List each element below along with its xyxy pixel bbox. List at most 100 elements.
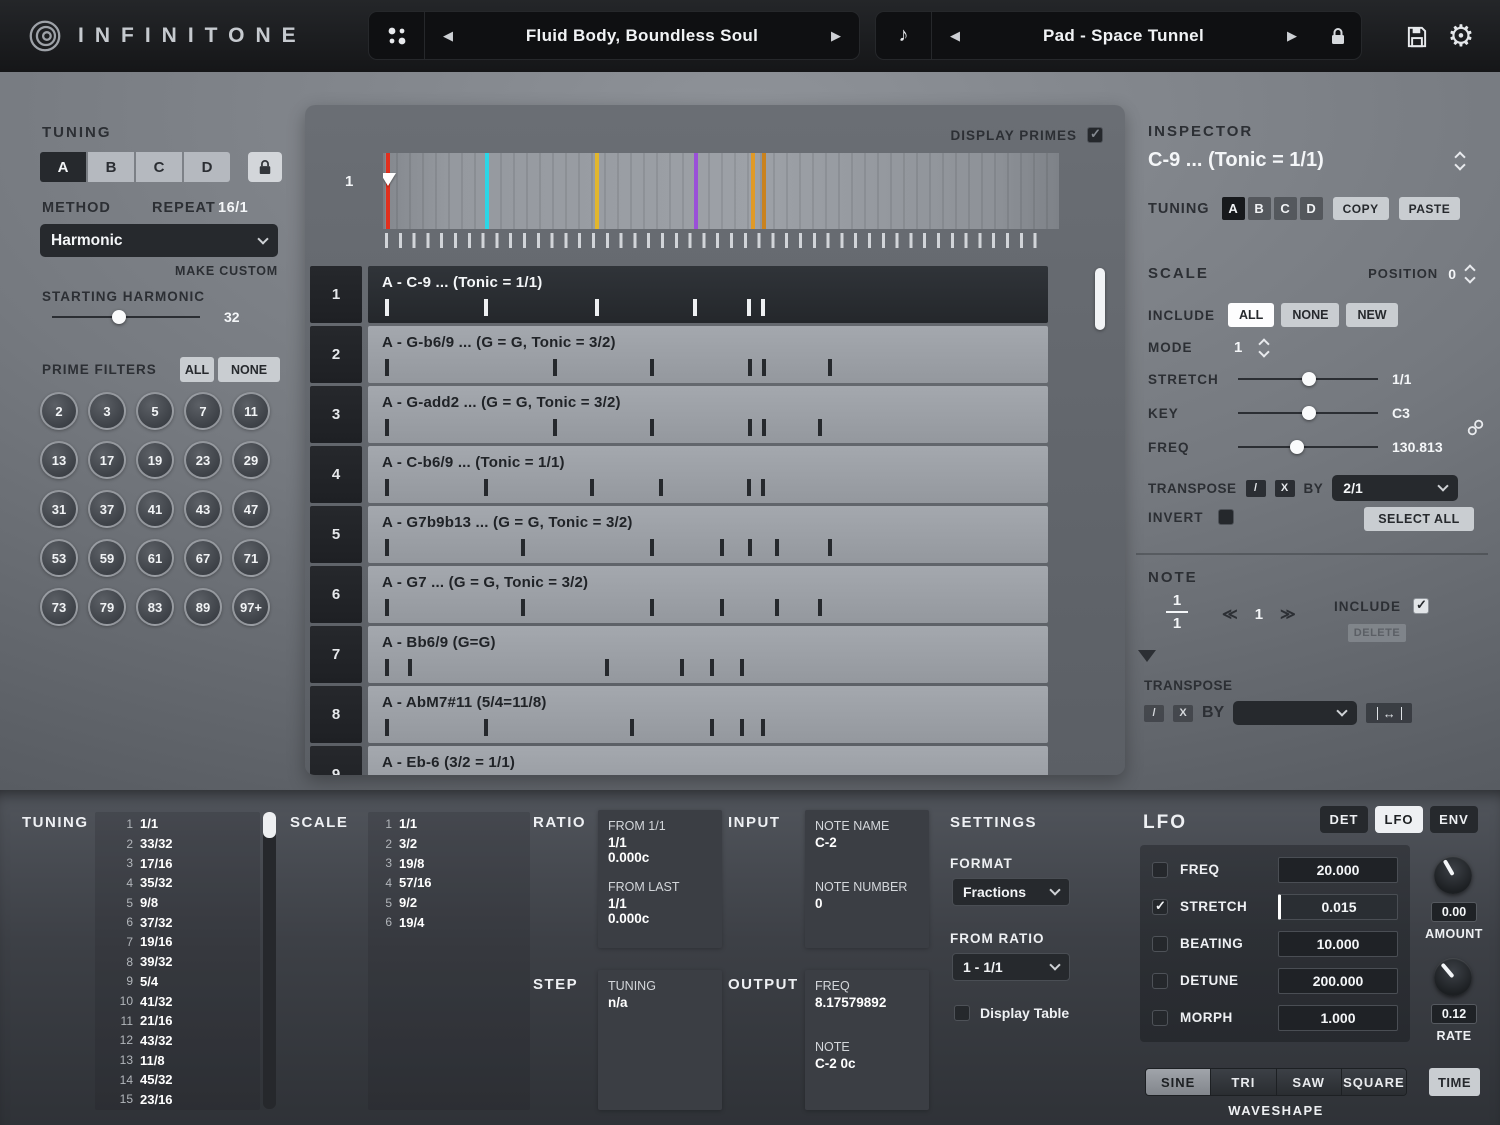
prime-filter-3[interactable]: 3	[88, 392, 126, 430]
paste-button[interactable]: PASTE	[1398, 197, 1461, 220]
prime-strip[interactable]	[383, 153, 1059, 229]
list-item[interactable]: 1 1/1	[372, 814, 530, 834]
prime-filter-5[interactable]: 5	[136, 392, 174, 430]
list-item[interactable]: 6 19/4	[372, 912, 530, 932]
list-item[interactable]: 7 19/16	[99, 932, 260, 952]
rate-knob[interactable]	[1434, 958, 1472, 996]
patch-browser-button[interactable]: ♪	[876, 12, 932, 59]
note-delete-button[interactable]: DELETE	[1348, 624, 1406, 642]
tuning-tab-a[interactable]: A	[40, 152, 86, 182]
select-all-button[interactable]: SELECT ALL	[1364, 507, 1474, 531]
make-custom-button[interactable]: MAKE CUSTOM	[40, 264, 278, 278]
list-item[interactable]: 4 57/16	[372, 873, 530, 893]
lfo-stretch-checkbox[interactable]	[1152, 898, 1168, 915]
waveshape-square[interactable]: SQUARE	[1341, 1069, 1406, 1095]
tuning-tab-d[interactable]: D	[184, 152, 230, 182]
waveshape-sine[interactable]: SINE	[1146, 1069, 1212, 1095]
scale-row-body[interactable]: A - AbM7#11 (5/4=11/8)	[368, 686, 1048, 743]
inspector-tuning-tab-b[interactable]: B	[1247, 197, 1271, 220]
scrollbar-thumb[interactable]	[1095, 268, 1105, 330]
preset-browser-button[interactable]	[369, 12, 425, 59]
list-item[interactable]: 9 5/4	[99, 972, 260, 992]
scale-row-body[interactable]: A - G-add2 ... (G = G, Tonic = 3/2)	[368, 386, 1048, 443]
note-transpose-by-dropdown[interactable]	[1233, 701, 1358, 725]
prime-filter-89[interactable]: 89	[184, 588, 222, 626]
transpose-divide-button[interactable]: /	[1245, 479, 1266, 497]
patch-lock-button[interactable]	[1315, 27, 1361, 45]
format-dropdown[interactable]: Fractions	[952, 878, 1070, 906]
list-item[interactable]: 4 35/32	[99, 873, 260, 893]
list-item[interactable]: 6 37/32	[99, 912, 260, 932]
list-item[interactable]: 12 43/32	[99, 1031, 260, 1051]
prime-filter-83[interactable]: 83	[136, 588, 174, 626]
settings-button[interactable]: ⚙	[1443, 19, 1479, 55]
prime-filter-97+[interactable]: 97+	[232, 588, 270, 626]
scale-row[interactable]: 6 A - G7 ... (G = G, Tonic = 3/2)	[310, 566, 1122, 623]
lfo-detune-checkbox[interactable]	[1152, 972, 1168, 989]
patch-next-button[interactable]: ▶	[1269, 28, 1315, 44]
list-item[interactable]: 1 1/1	[99, 814, 260, 834]
waveshape-saw[interactable]: SAW	[1276, 1069, 1342, 1095]
lfo-stretch-field[interactable]: 0.015	[1278, 893, 1398, 920]
slider-thumb[interactable]	[111, 310, 126, 324]
list-item[interactable]: 5 9/2	[372, 893, 530, 913]
chevron-down-icon[interactable]	[1258, 345, 1270, 358]
list-item[interactable]: 5 9/8	[99, 893, 260, 913]
scale-list-scrollbar[interactable]	[1095, 268, 1105, 768]
prime-filter-79[interactable]: 79	[88, 588, 126, 626]
scale-row-body[interactable]: A - G7 ... (G = G, Tonic = 3/2)	[368, 566, 1048, 623]
song-preset-title[interactable]: Fluid Body, Boundless Soul	[471, 26, 813, 46]
prime-filter-41[interactable]: 41	[136, 490, 174, 528]
prime-filter-31[interactable]: 31	[40, 490, 78, 528]
note-next-button[interactable]: ≫	[1280, 605, 1296, 623]
tuning-lock-button[interactable]	[248, 152, 282, 182]
scale-row[interactable]: 5 A - G7b9b13 ... (G = G, Tonic = 3/2)	[310, 506, 1122, 563]
lfo-detune-field[interactable]: 200.000	[1278, 967, 1398, 994]
inspector-title-stepper[interactable]	[1454, 151, 1466, 171]
tuning-tab-b[interactable]: B	[88, 152, 134, 182]
scale-row[interactable]: 9 A - Eb-6 (3/2 = 1/1)	[310, 746, 1122, 775]
prime-filters-none-button[interactable]: NONE	[218, 357, 280, 382]
slider-thumb[interactable]	[1289, 440, 1304, 454]
scale-row-body[interactable]: A - G-b6/9 ... (G = G, Tonic = 3/2)	[368, 326, 1048, 383]
prime-filter-29[interactable]: 29	[232, 441, 270, 479]
mode-stepper[interactable]	[1258, 337, 1270, 358]
tuning-tab-c[interactable]: C	[136, 152, 182, 182]
amount-value[interactable]: 0.00	[1431, 902, 1477, 922]
list-item[interactable]: 3 19/8	[372, 853, 530, 873]
note-prev-button[interactable]: ≪	[1222, 605, 1238, 623]
tab-env[interactable]: ENV	[1430, 806, 1478, 833]
prime-filter-61[interactable]: 61	[136, 539, 174, 577]
include-all-button[interactable]: ALL	[1228, 303, 1275, 327]
prime-filter-43[interactable]: 43	[184, 490, 222, 528]
patch-prev-button[interactable]: ◀	[932, 28, 978, 44]
scale-row-body[interactable]: A - Eb-6 (3/2 = 1/1)	[368, 746, 1048, 775]
position-stepper[interactable]	[1464, 263, 1476, 284]
key-freq-link-button[interactable]	[1467, 419, 1484, 441]
chevron-down-icon[interactable]	[1454, 159, 1466, 171]
starting-harmonic-slider[interactable]	[52, 309, 200, 325]
slider-thumb[interactable]	[1302, 372, 1317, 386]
include-new-button[interactable]: NEW	[1346, 303, 1398, 327]
list-item[interactable]: 2 3/2	[372, 834, 530, 854]
scale-row[interactable]: 2 A - G-b6/9 ... (G = G, Tonic = 3/2)	[310, 326, 1122, 383]
prime-filter-67[interactable]: 67	[184, 539, 222, 577]
invert-checkbox[interactable]	[1217, 509, 1234, 525]
save-button[interactable]	[1399, 19, 1435, 55]
patch-preset-title[interactable]: Pad - Space Tunnel	[978, 26, 1269, 46]
method-dropdown[interactable]: Harmonic	[40, 224, 278, 257]
scale-row[interactable]: 1 A - C-9 ... (Tonic = 1/1)	[310, 266, 1122, 323]
rate-value[interactable]: 0.12	[1431, 1004, 1477, 1024]
transpose-by-dropdown[interactable]: 2/1	[1332, 475, 1459, 501]
prime-filter-23[interactable]: 23	[184, 441, 222, 479]
lfo-freq-checkbox[interactable]	[1152, 861, 1168, 878]
scale-row[interactable]: 4 A - C-b6/9 ... (Tonic = 1/1)	[310, 446, 1122, 503]
tab-det[interactable]: DET	[1320, 806, 1368, 833]
note-include-checkbox[interactable]	[1413, 597, 1429, 614]
chevron-down-icon[interactable]	[1464, 271, 1476, 284]
amount-knob[interactable]	[1434, 856, 1472, 894]
waveshape-tri[interactable]: TRI	[1211, 1069, 1277, 1095]
prime-filters-all-button[interactable]: ALL	[180, 357, 214, 382]
prime-filter-17[interactable]: 17	[88, 441, 126, 479]
lfo-beating-field[interactable]: 10.000	[1278, 930, 1398, 957]
